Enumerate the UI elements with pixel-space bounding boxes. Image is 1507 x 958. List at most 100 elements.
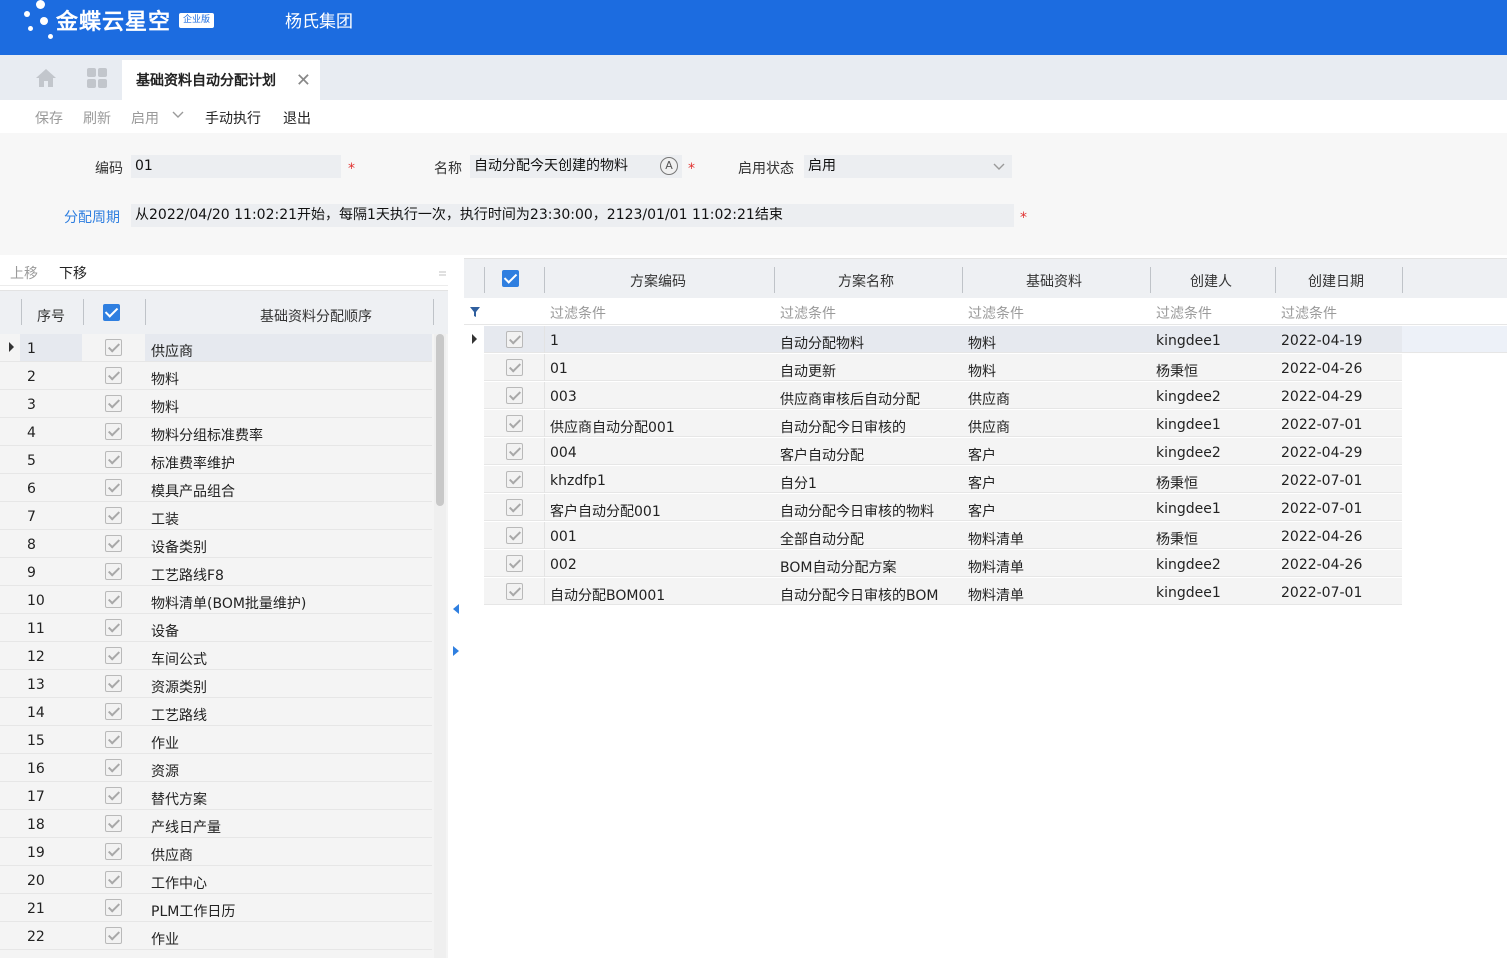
cell-name[interactable]: 自动更新 — [780, 361, 836, 381]
table-row[interactable]: 002 BOM自动分配方案 物料清单 kingdee2 2022-04-26 — [464, 550, 1507, 578]
filter-icon[interactable] — [470, 307, 480, 317]
table-row[interactable]: 9 工艺路线F8 — [0, 558, 432, 586]
table-row[interactable]: 5 标准费率维护 — [0, 446, 432, 474]
table-row[interactable]: 6 模具产品组合 — [0, 474, 432, 502]
row-checkbox[interactable] — [105, 731, 122, 748]
expand-right-icon[interactable] — [452, 646, 460, 656]
grid-icon[interactable] — [86, 67, 108, 89]
row-checkbox[interactable] — [105, 759, 122, 776]
table-row[interactable]: 18 产线日产量 — [0, 810, 432, 838]
row-checkbox[interactable] — [506, 471, 523, 488]
row-checkbox[interactable] — [105, 619, 122, 636]
period-link[interactable]: 分配周期 — [64, 207, 120, 227]
exit-button[interactable]: 退出 — [283, 108, 311, 128]
table-row[interactable]: 20 工作中心 — [0, 866, 432, 894]
column-header-basedata[interactable]: 基础资料 — [1026, 271, 1082, 291]
column-header-seq[interactable]: 序号 — [37, 306, 65, 326]
move-up-button[interactable]: 上移 — [10, 263, 38, 283]
cell-date[interactable]: 2022-07-01 — [1281, 585, 1362, 601]
cell-name[interactable]: 客户自动分配 — [780, 445, 864, 465]
table-row[interactable]: 12 车间公式 — [0, 642, 432, 670]
table-row[interactable]: 自动分配BOM001 自动分配今日审核的BOM 物料清单 kingdee1 2022-0… — [464, 578, 1507, 606]
company-name[interactable]: 杨氏集团 — [285, 7, 353, 32]
multilanguage-icon[interactable]: A — [660, 157, 678, 175]
cell-code[interactable]: 002 — [550, 557, 577, 573]
chevron-down-icon[interactable] — [172, 109, 184, 121]
scrollbar-thumb[interactable] — [436, 334, 444, 506]
save-button[interactable]: 保存 — [35, 108, 63, 128]
close-icon[interactable]: ✕ — [296, 70, 311, 91]
code-field[interactable]: 01 — [131, 155, 341, 178]
select-all-checkbox[interactable] — [502, 270, 519, 287]
cell-basedata[interactable]: 物料 — [968, 361, 996, 381]
cell-basedata[interactable]: 供应商 — [968, 389, 1010, 409]
select-all-checkbox[interactable] — [103, 304, 120, 321]
table-row[interactable]: 2 物料 — [0, 362, 432, 390]
table-row[interactable]: 3 物料 — [0, 390, 432, 418]
cell-basedata[interactable]: 物料清单 — [968, 585, 1024, 605]
cell-creator[interactable]: kingdee2 — [1156, 389, 1221, 405]
row-checkbox[interactable] — [105, 675, 122, 692]
row-checkbox[interactable] — [105, 507, 122, 524]
cell-code[interactable]: 供应商自动分配001 — [550, 417, 675, 437]
table-row[interactable]: 15 作业 — [0, 726, 432, 754]
table-row[interactable]: 14 工艺路线 — [0, 698, 432, 726]
home-icon[interactable] — [35, 67, 57, 89]
row-checkbox[interactable] — [506, 331, 523, 348]
table-row[interactable]: 19 供应商 — [0, 838, 432, 866]
cell-name[interactable]: BOM自动分配方案 — [780, 557, 896, 577]
cell-basedata[interactable]: 物料清单 — [968, 529, 1024, 549]
enable-button[interactable]: 启用 — [131, 108, 159, 128]
row-checkbox[interactable] — [506, 359, 523, 376]
row-checkbox[interactable] — [506, 415, 523, 432]
table-row[interactable]: khzdfp1 自分1 客户 杨秉恒 2022-07-01 — [464, 466, 1507, 494]
cell-date[interactable]: 2022-07-01 — [1281, 473, 1362, 489]
row-checkbox[interactable] — [105, 395, 122, 412]
row-checkbox[interactable] — [506, 443, 523, 460]
cell-basedata[interactable]: 客户 — [968, 445, 996, 465]
row-checkbox[interactable] — [105, 479, 122, 496]
cell-code[interactable]: 001 — [550, 529, 577, 545]
cell-creator[interactable]: kingdee2 — [1156, 557, 1221, 573]
manual-run-button[interactable]: 手动执行 — [205, 108, 261, 128]
column-header-date[interactable]: 创建日期 — [1308, 271, 1364, 291]
row-checkbox[interactable] — [105, 927, 122, 944]
filter-code[interactable]: 过滤条件 — [550, 303, 606, 323]
filter-date[interactable]: 过滤条件 — [1281, 303, 1337, 323]
table-row[interactable]: 16 资源 — [0, 754, 432, 782]
cell-date[interactable]: 2022-07-01 — [1281, 417, 1362, 433]
collapse-left-icon[interactable] — [452, 604, 460, 614]
row-checkbox[interactable] — [105, 787, 122, 804]
panel-splitter[interactable] — [448, 258, 464, 958]
cell-basedata[interactable]: 供应商 — [968, 417, 1010, 437]
table-row[interactable]: 1 供应商 — [0, 334, 432, 362]
cell-date[interactable]: 2022-04-19 — [1281, 333, 1362, 349]
table-row[interactable]: 001 全部自动分配 物料清单 杨秉恒 2022-04-26 — [464, 522, 1507, 550]
table-row[interactable]: 8 设备类别 — [0, 530, 432, 558]
cell-basedata[interactable]: 物料清单 — [968, 557, 1024, 577]
row-checkbox[interactable] — [105, 339, 122, 356]
column-header-creator[interactable]: 创建人 — [1190, 271, 1232, 291]
cell-creator[interactable]: 杨秉恒 — [1156, 529, 1198, 549]
table-row[interactable]: 4 物料分组标准费率 — [0, 418, 432, 446]
cell-basedata[interactable]: 客户 — [968, 473, 996, 493]
cell-code[interactable]: 客户自动分配001 — [550, 501, 661, 521]
row-checkbox[interactable] — [105, 591, 122, 608]
cell-creator[interactable]: kingdee1 — [1156, 501, 1221, 517]
row-checkbox[interactable] — [506, 555, 523, 572]
table-row[interactable]: 21 PLM工作日历 — [0, 894, 432, 922]
row-checkbox[interactable] — [105, 451, 122, 468]
cell-name[interactable]: 供应商审核后自动分配 — [780, 389, 920, 409]
cell-basedata[interactable]: 物料 — [968, 333, 996, 353]
row-checkbox[interactable] — [105, 535, 122, 552]
row-checkbox[interactable] — [506, 583, 523, 600]
row-checkbox[interactable] — [105, 871, 122, 888]
resize-handle-icon[interactable] — [439, 270, 446, 277]
cell-creator[interactable]: kingdee2 — [1156, 445, 1221, 461]
row-checkbox[interactable] — [506, 527, 523, 544]
table-row[interactable]: 004 客户自动分配 客户 kingdee2 2022-04-29 — [464, 438, 1507, 466]
table-row[interactable]: 003 供应商审核后自动分配 供应商 kingdee2 2022-04-29 — [464, 382, 1507, 410]
row-checkbox[interactable] — [105, 843, 122, 860]
status-select[interactable]: 启用 — [804, 155, 1012, 178]
cell-basedata[interactable]: 客户 — [968, 501, 996, 521]
